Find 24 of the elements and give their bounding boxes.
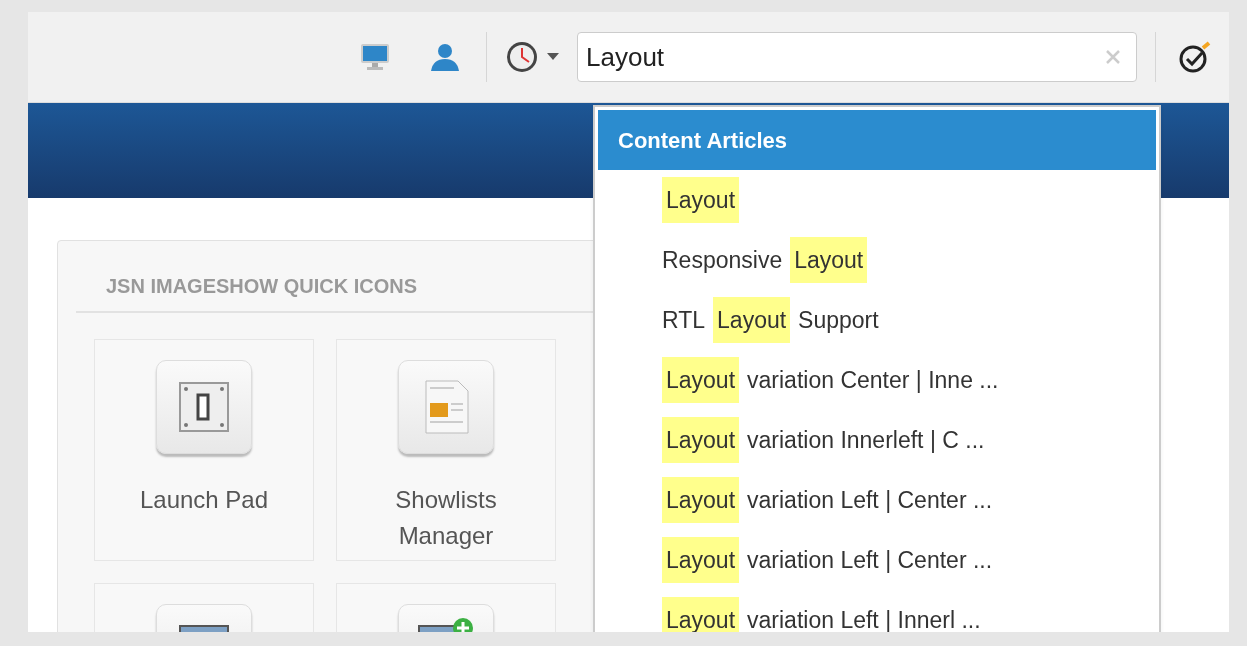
highlighted-match-text[interactable]: Layout: [662, 476, 740, 524]
highlighted-match-text[interactable]: Layout: [662, 176, 740, 224]
quick-icon-button[interactable]: [156, 360, 252, 454]
result-text[interactable]: variation Center | Inne ...: [747, 356, 999, 404]
check-circle-icon[interactable]: [1178, 40, 1212, 74]
result-text[interactable]: variation Left | Center ...: [747, 536, 993, 584]
highlighted-match-text[interactable]: Layout: [662, 356, 740, 404]
result-text[interactable]: variation Left | Innerl ...: [747, 596, 981, 632]
search-field[interactable]: Layout: [577, 32, 1137, 82]
quick-icon-tile[interactable]: Showlists Manager: [336, 339, 556, 561]
tile-label: Launch Pad: [138, 485, 270, 515]
caret-icon[interactable]: [547, 53, 559, 61]
results-group-header: Content Articles: [598, 110, 1156, 170]
result-text[interactable]: Support: [798, 296, 879, 344]
highlighted-match-text[interactable]: Layout: [662, 536, 740, 584]
highlighted-match-text[interactable]: Layout: [662, 416, 740, 464]
highlighted-match-text[interactable]: Layout: [662, 596, 740, 632]
highlighted-match-text[interactable]: Layout: [713, 296, 791, 344]
tile-label: Showlists Manager: [394, 485, 498, 551]
clock-icon[interactable]: [505, 40, 539, 74]
result-text[interactable]: variation Left | Center ...: [747, 476, 993, 524]
highlighted-match-text[interactable]: Layout: [790, 236, 868, 284]
quick-icon-tile[interactable]: Launch Pad: [94, 339, 314, 561]
result-text[interactable]: variation Innerleft | C ...: [747, 416, 985, 464]
